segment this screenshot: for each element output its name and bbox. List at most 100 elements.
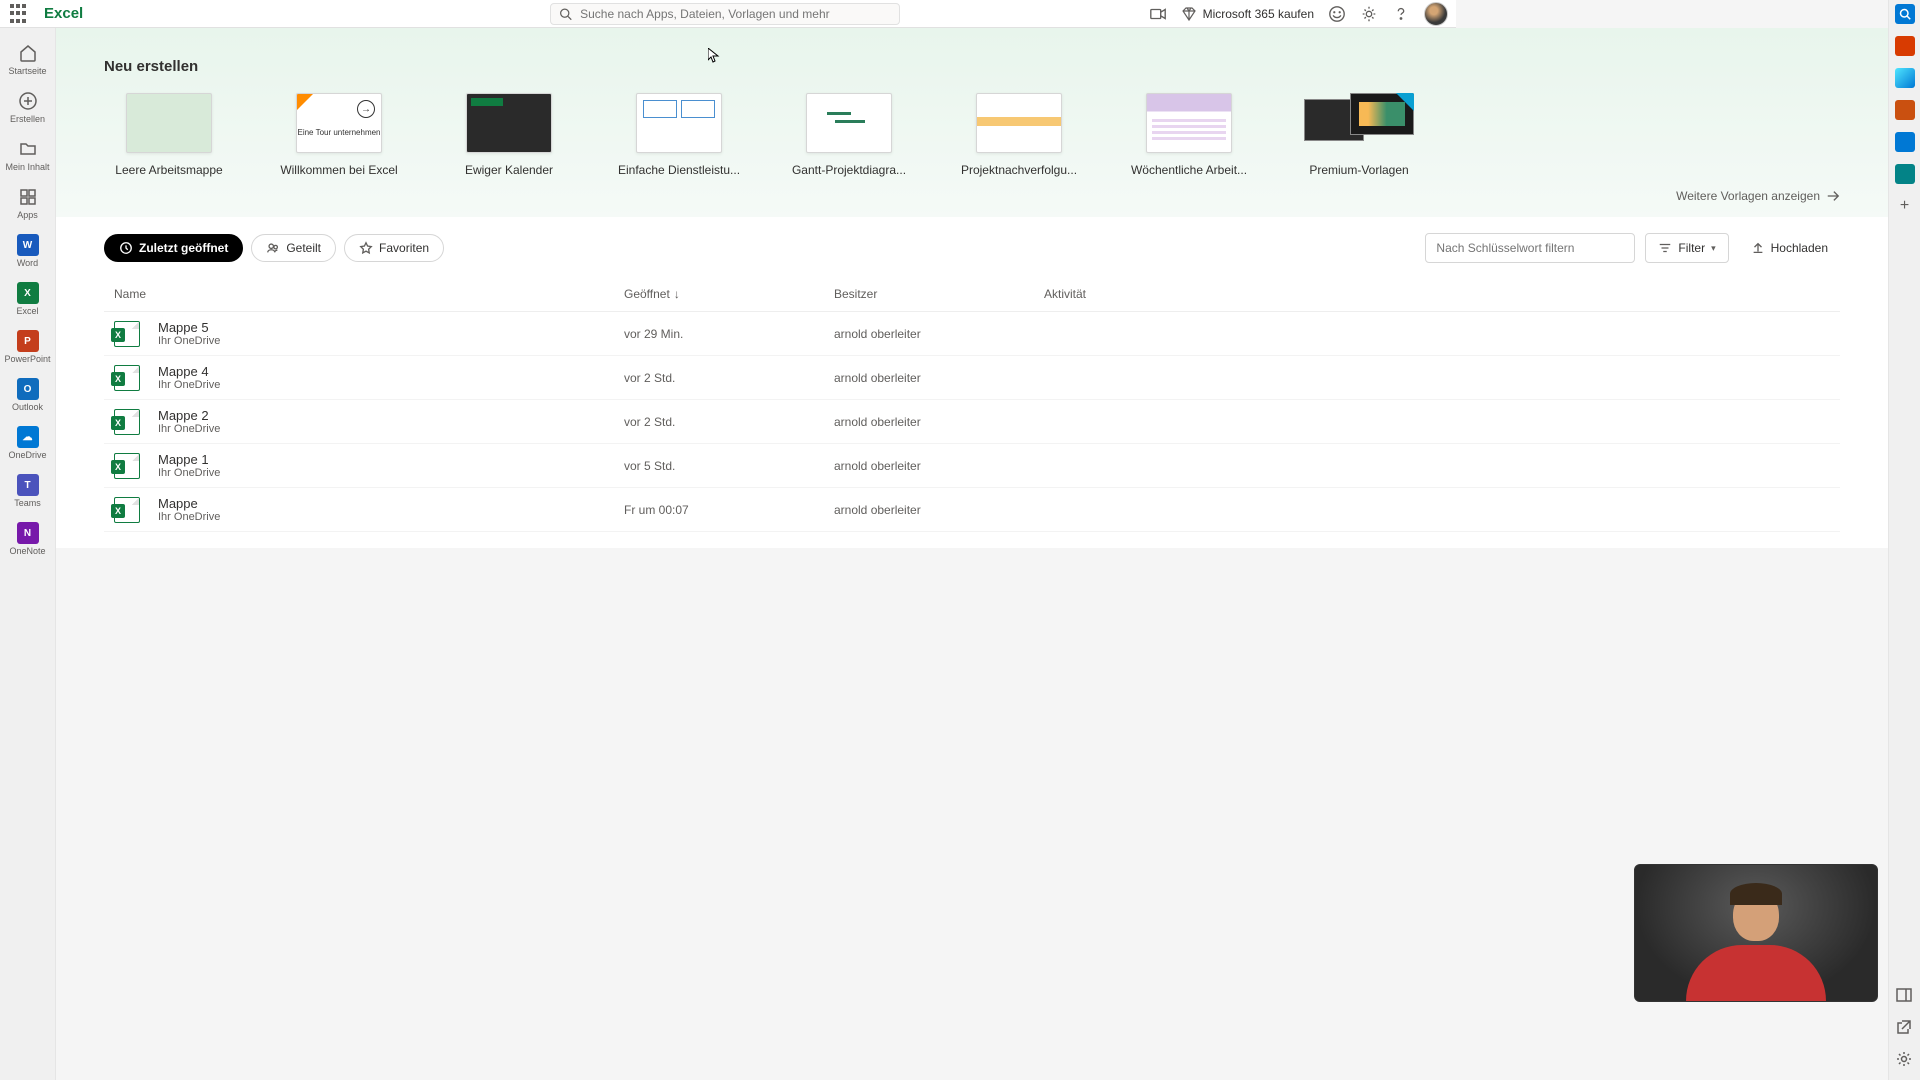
rail-add-icon[interactable]: + <box>1895 196 1915 216</box>
people-icon <box>266 241 280 255</box>
clock-icon <box>119 241 133 255</box>
file-owner: arnold oberleiter <box>834 503 1044 517</box>
file-name: Mappe 4 <box>158 364 220 379</box>
file-opened: Fr um 00:07 <box>624 503 834 517</box>
onenote-icon: N <box>17 522 39 544</box>
help-icon[interactable] <box>1392 5 1410 23</box>
upload-button[interactable]: Hochladen <box>1739 233 1840 263</box>
search-box[interactable] <box>550 3 900 25</box>
table-row[interactable]: Mappe 2Ihr OneDrivevor 2 Std.arnold ober… <box>104 400 1840 444</box>
nav-onedrive[interactable]: ☁OneDrive <box>0 420 56 466</box>
col-name[interactable]: Name <box>114 287 624 301</box>
table-row[interactable]: Mappe 1Ihr OneDrivevor 5 Std.arnold ober… <box>104 444 1840 488</box>
rail-app-3-icon[interactable] <box>1895 100 1915 120</box>
file-opened: vor 29 Min. <box>624 327 834 341</box>
left-nav: Startseite Erstellen Mein Inhalt Apps WW… <box>0 28 56 1080</box>
top-header: Excel Microsoft 365 kaufen <box>0 0 1456 28</box>
file-location: Ihr OneDrive <box>158 335 220 347</box>
table-row[interactable]: Mappe 5Ihr OneDrivevor 29 Min.arnold obe… <box>104 312 1840 356</box>
template-tracking[interactable]: Projektnachverfolgu... <box>954 93 1084 177</box>
diamond-icon <box>1181 6 1197 22</box>
file-location: Ihr OneDrive <box>158 379 220 391</box>
file-name: Mappe 5 <box>158 320 220 335</box>
app-launcher-icon[interactable] <box>8 4 28 24</box>
new-section-title: Neu erstellen <box>104 58 1840 75</box>
folder-icon <box>17 138 39 160</box>
rail-app-1-icon[interactable] <box>1895 36 1915 56</box>
file-list: Mappe 5Ihr OneDrivevor 29 Min.arnold obe… <box>104 312 1840 532</box>
filter-button[interactable]: Filter▾ <box>1645 233 1728 263</box>
template-weekly[interactable]: Wöchentliche Arbeit... <box>1124 93 1254 177</box>
template-gallery: Leere Arbeitsmappe →Eine Tour unternehme… <box>104 93 1840 177</box>
nav-outlook[interactable]: OOutlook <box>0 372 56 418</box>
col-opened[interactable]: Geöffnet↓ <box>624 287 834 301</box>
file-owner: arnold oberleiter <box>834 415 1044 429</box>
star-icon <box>359 241 373 255</box>
template-calendar[interactable]: Ewiger Kalender <box>444 93 574 177</box>
file-tabs: Zuletzt geöffnet Geteilt Favoriten Filte… <box>104 233 1840 263</box>
template-welcome[interactable]: →Eine Tour unternehmenWillkommen bei Exc… <box>274 93 404 177</box>
file-opened: vor 5 Std. <box>624 459 834 473</box>
nav-powerpoint[interactable]: PPowerPoint <box>0 324 56 370</box>
files-section: Zuletzt geöffnet Geteilt Favoriten Filte… <box>56 217 1888 548</box>
table-row[interactable]: MappeIhr OneDrive Fr um 00:07arnold oberl… <box>104 488 1840 532</box>
rail-app-4-icon[interactable] <box>1895 132 1915 152</box>
main-content: Neu erstellen Leere Arbeitsmappe →Eine T… <box>56 28 1888 1080</box>
template-blank[interactable]: Leere Arbeitsmappe <box>104 93 234 177</box>
feedback-icon[interactable] <box>1328 5 1346 23</box>
file-name: Mappe <box>158 496 220 511</box>
rail-settings-icon[interactable] <box>1895 1050 1915 1070</box>
nav-create[interactable]: Erstellen <box>0 84 56 130</box>
excel-file-icon <box>114 453 140 479</box>
table-row[interactable]: Mappe 4Ihr OneDrivevor 2 Std.arnold ober… <box>104 356 1840 400</box>
file-owner: arnold oberleiter <box>834 459 1044 473</box>
teams-icon: T <box>17 474 39 496</box>
powerpoint-icon: P <box>17 330 39 352</box>
nav-my-content[interactable]: Mein Inhalt <box>0 132 56 178</box>
template-invoice[interactable]: Einfache Dienstleistu... <box>614 93 744 177</box>
col-activity[interactable]: Aktivität <box>1044 287 1830 301</box>
more-templates-link[interactable]: Weitere Vorlagen anzeigen <box>104 189 1840 203</box>
rail-app-2-icon[interactable] <box>1895 68 1915 88</box>
app-title: Excel <box>44 5 83 22</box>
header-actions: Microsoft 365 kaufen <box>1149 2 1448 26</box>
template-thumb <box>636 93 722 153</box>
chevron-down-icon: ▾ <box>1711 243 1716 254</box>
tab-recent[interactable]: Zuletzt geöffnet <box>104 234 243 262</box>
template-thumb: →Eine Tour unternehmen <box>296 93 382 153</box>
user-avatar[interactable] <box>1424 2 1448 26</box>
sort-desc-icon: ↓ <box>674 287 680 301</box>
filter-icon <box>1658 241 1672 255</box>
rail-open-icon[interactable] <box>1895 1018 1915 1038</box>
template-thumb <box>126 93 212 153</box>
excel-file-icon <box>114 321 140 347</box>
buy-microsoft-365[interactable]: Microsoft 365 kaufen <box>1181 6 1314 22</box>
table-header: Name Geöffnet↓ Besitzer Aktivität <box>104 277 1840 312</box>
meet-now-icon[interactable] <box>1149 5 1167 23</box>
template-thumb <box>976 93 1062 153</box>
nav-onenote[interactable]: NOneNote <box>0 516 56 562</box>
nav-word[interactable]: WWord <box>0 228 56 274</box>
word-icon: W <box>17 234 39 256</box>
file-owner: arnold oberleiter <box>834 371 1044 385</box>
file-opened: vor 2 Std. <box>624 415 834 429</box>
template-gantt[interactable]: Gantt-Projektdiagra... <box>784 93 914 177</box>
rail-app-5-icon[interactable] <box>1895 164 1915 184</box>
settings-icon[interactable] <box>1360 5 1378 23</box>
col-owner[interactable]: Besitzer <box>834 287 1044 301</box>
search-input[interactable] <box>580 7 891 21</box>
tab-favorites[interactable]: Favoriten <box>344 234 444 262</box>
nav-excel[interactable]: XExcel <box>0 276 56 322</box>
apps-icon <box>17 186 39 208</box>
nav-teams[interactable]: TTeams <box>0 468 56 514</box>
rail-panel-icon[interactable] <box>1895 986 1915 1006</box>
upload-icon <box>1751 241 1765 255</box>
template-premium[interactable]: Premium-Vorlagen <box>1294 93 1424 177</box>
tab-shared[interactable]: Geteilt <box>251 234 336 262</box>
file-location: Ihr OneDrive <box>158 511 220 523</box>
rail-search-icon[interactable] <box>1895 4 1915 24</box>
nav-apps[interactable]: Apps <box>0 180 56 226</box>
keyword-filter-input[interactable] <box>1425 233 1635 263</box>
nav-home[interactable]: Startseite <box>0 36 56 82</box>
file-location: Ihr OneDrive <box>158 467 220 479</box>
